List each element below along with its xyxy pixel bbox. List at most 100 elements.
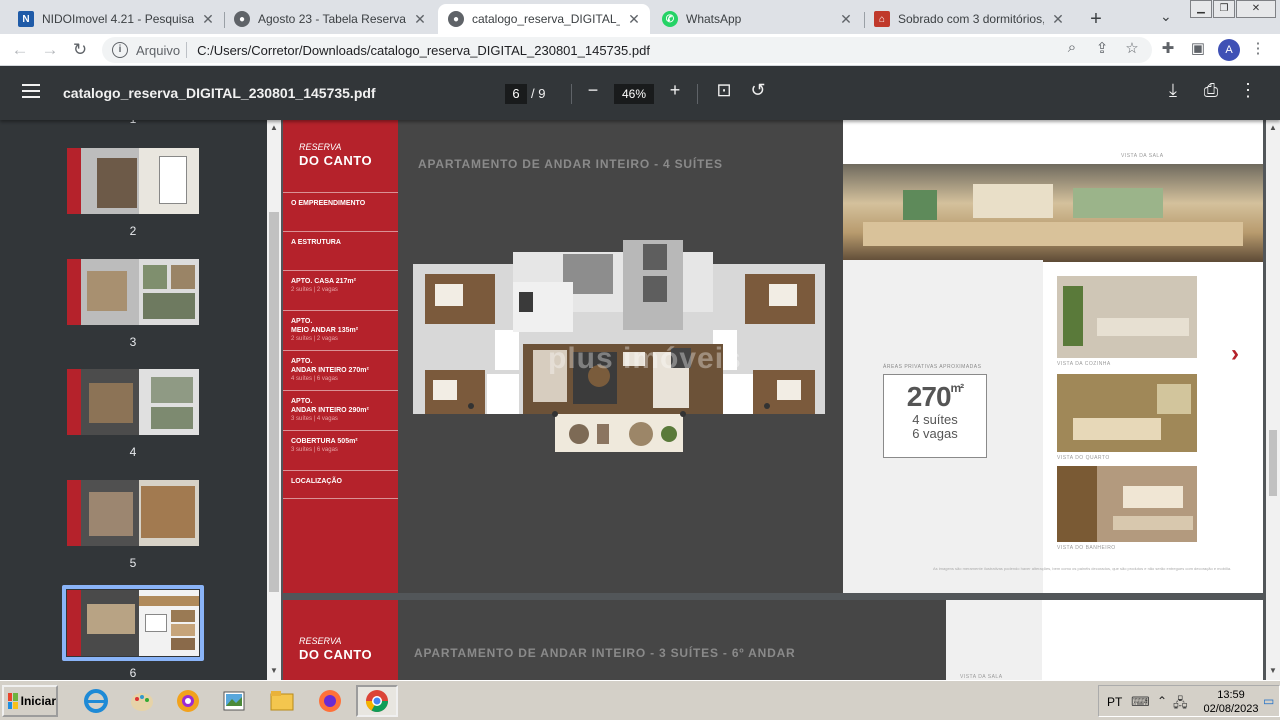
menu-title: APTO. MEIO ANDAR 135m²	[291, 318, 359, 334]
menu-hamburger-icon[interactable]	[22, 84, 40, 100]
share-icon[interactable]: ⇪	[1092, 39, 1112, 57]
address-bar[interactable]: i Arquivo C:/Users/Corretor/Downloads/ca…	[102, 37, 1152, 63]
thumbnail-page-4[interactable]	[67, 369, 199, 435]
pdf-filename: catalogo_reserva_DIGITAL_230801_145735.p…	[63, 85, 376, 101]
menu-subtitle: 4 suítes | 6 vagas	[291, 376, 338, 382]
thumbnail-label: 6	[129, 666, 137, 680]
new-tab-button[interactable]: +	[1086, 8, 1106, 31]
profile-avatar[interactable]: A	[1218, 39, 1240, 61]
nido-icon: N	[18, 11, 34, 27]
page-number-input[interactable]: 6	[505, 84, 527, 104]
restore-button[interactable]: ❐	[1213, 0, 1235, 18]
tab-sobrado[interactable]: ⌂ Sobrado com 3 dormitórios, 102 m ✕	[864, 4, 1074, 34]
close-window-button[interactable]: ✕	[1236, 0, 1276, 18]
forward-icon[interactable]: →	[40, 40, 60, 60]
address-url[interactable]: C:/Users/Corretor/Downloads/catalogo_res…	[197, 43, 650, 58]
windows-logo-icon	[8, 693, 18, 709]
close-icon[interactable]: ✕	[412, 11, 428, 28]
more-options-icon[interactable]: ⋮	[1237, 80, 1259, 101]
bookmark-star-icon[interactable]: ☆	[1122, 39, 1142, 57]
close-icon[interactable]: ✕	[626, 11, 642, 28]
document-scroll-thumb[interactable]	[1269, 430, 1277, 496]
area-unit: m²	[950, 381, 965, 395]
paint-palette-icon[interactable]	[124, 685, 160, 717]
document-scrollbar[interactable]: ▲ ▼	[1266, 120, 1280, 680]
photo-bathroom	[1057, 466, 1197, 542]
brochure-menu-item[interactable]: APTO. ANDAR INTEIRO 270m² 4 suítes | 6 v…	[283, 350, 398, 388]
clock[interactable]: 13:59 02/08/2023	[1201, 688, 1261, 716]
thumbnail-label: 2	[129, 224, 137, 238]
brochure-menu-item[interactable]: APTO. ANDAR INTEIRO 290m² 3 suítes | 4 v…	[283, 390, 398, 428]
tab-title: NIDOImovel 4.21 - Pesquisa	[42, 12, 194, 26]
tab-tabela-reserva[interactable]: ● Agosto 23 - Tabela Reserva do Ca ✕	[224, 4, 436, 34]
watermark: plus imóveis	[548, 342, 742, 375]
fit-to-page-icon[interactable]: ⊡	[713, 80, 735, 101]
start-button[interactable]: Iniciar	[2, 685, 58, 717]
brochure-menu-item[interactable]: LOCALIZAÇÃO	[283, 470, 398, 499]
brochure-menu-item[interactable]: APTO. CASA 217m² 2 suítes | 2 vagas	[283, 270, 398, 308]
scroll-down-arrow-icon[interactable]: ▼	[1269, 666, 1277, 675]
extensions-puzzle-icon[interactable]: ✚	[1158, 39, 1178, 57]
brochure-menu-item[interactable]: A ESTRUTURA	[283, 231, 398, 253]
thumbnail-sidebar: 1 2 3 4	[0, 120, 267, 680]
close-icon[interactable]: ✕	[838, 11, 854, 28]
caption-kitchen: VISTA DA COZINHA	[1057, 361, 1111, 367]
sidebar-scrollbar[interactable]: ▲ ▼	[267, 120, 281, 680]
close-icon[interactable]: ✕	[200, 11, 216, 28]
tab-title: Sobrado com 3 dormitórios, 102 m	[898, 12, 1044, 26]
notification-icon[interactable]: ▭	[1263, 694, 1274, 708]
firefox-icon[interactable]	[312, 685, 348, 717]
zoom-out-icon[interactable]: −	[582, 80, 604, 101]
file-explorer-icon[interactable]	[264, 685, 300, 717]
print-icon[interactable]: ⎙	[1200, 80, 1222, 101]
page-heading: APARTAMENTO DE ANDAR INTEIRO - 4 SUÍTES	[418, 157, 723, 171]
side-panel-icon[interactable]: ▣	[1188, 39, 1208, 57]
chrome-icon[interactable]	[356, 685, 398, 717]
reload-icon[interactable]: ↻	[70, 40, 90, 60]
zoom-level-input[interactable]: 46%	[614, 84, 654, 104]
download-icon[interactable]: ⤓	[1162, 80, 1184, 101]
language-indicator[interactable]: PT	[1107, 695, 1122, 709]
menu-title: LOCALIZAÇÃO	[291, 478, 342, 485]
start-label: Iniciar	[20, 694, 56, 708]
zoom-search-icon[interactable]: ⌕	[1062, 39, 1082, 56]
tab-catalogo-pdf[interactable]: ● catalogo_reserva_DIGITAL_23080 ✕	[438, 4, 650, 34]
scroll-down-arrow-icon[interactable]: ▼	[270, 666, 278, 675]
close-icon[interactable]: ✕	[1050, 11, 1066, 28]
tab-whatsapp[interactable]: ✆ WhatsApp ✕	[652, 4, 862, 34]
toolbar-divider	[697, 84, 698, 104]
next-page-arrow-icon[interactable]: ›	[1231, 340, 1239, 368]
brochure-right-panel: VISTA DA SALA	[946, 600, 1263, 680]
brochure-menu-item[interactable]: APTO. MEIO ANDAR 135m² 2 suítes | 2 vaga…	[283, 310, 398, 348]
photo-living-room	[843, 164, 1263, 262]
info-icon[interactable]: i	[112, 42, 128, 58]
brochure-menu-item[interactable]: O EMPREENDIMENTO	[283, 192, 398, 214]
image-viewer-icon[interactable]	[216, 685, 252, 717]
tab-nidoimovel[interactable]: N NIDOImovel 4.21 - Pesquisa ✕	[8, 4, 224, 34]
logo-reserva: RESERVA	[299, 142, 342, 152]
minimize-button[interactable]: ▁	[1190, 0, 1212, 18]
keyboard-icon[interactable]: ⌨	[1131, 694, 1150, 710]
browser-menu-icon[interactable]: ⋮	[1248, 39, 1268, 57]
tab-search-chevron-icon[interactable]: ⌄	[1160, 8, 1172, 25]
scroll-up-arrow-icon[interactable]: ▲	[1269, 123, 1277, 132]
address-divider	[186, 42, 188, 58]
rotate-icon[interactable]: ↺	[747, 80, 769, 101]
screen: N NIDOImovel 4.21 - Pesquisa ✕ ● Agosto …	[0, 0, 1280, 720]
area-value: 270	[906, 381, 952, 412]
caption-bedroom: VISTA DO QUARTO	[1057, 455, 1110, 461]
tray-expand-chevron-icon[interactable]: ⌃	[1157, 694, 1167, 708]
brochure-menu-item[interactable]: COBERTURA 505m² 3 suítes | 6 vagas	[283, 430, 398, 468]
thumbnail-page-6[interactable]	[67, 590, 199, 656]
photos-app-icon[interactable]	[170, 685, 206, 717]
scroll-up-arrow-icon[interactable]: ▲	[270, 123, 278, 132]
back-icon[interactable]: ←	[10, 40, 30, 60]
thumbnail-page-2[interactable]	[67, 148, 199, 214]
thumbnail-page-3[interactable]	[67, 259, 199, 325]
internet-explorer-icon[interactable]	[78, 685, 114, 717]
network-icon[interactable]: 🖧	[1173, 694, 1188, 716]
thumbnail-page-5[interactable]	[67, 480, 199, 546]
sidebar-scroll-thumb[interactable]	[269, 212, 279, 592]
pdf-document-view[interactable]: RESERVA DO CANTO O EMPREENDIMENTO A ESTR…	[281, 120, 1266, 680]
zoom-in-icon[interactable]: +	[664, 80, 686, 101]
